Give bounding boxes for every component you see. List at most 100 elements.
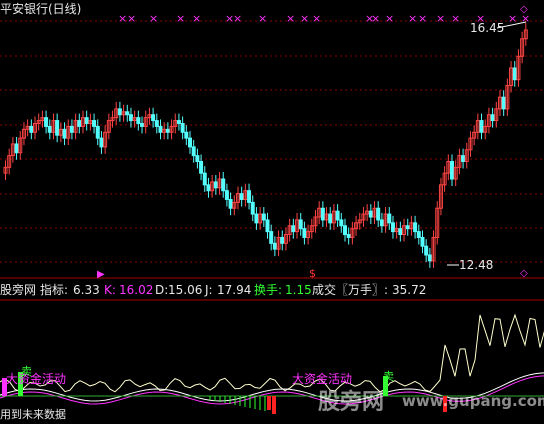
- candle-body: [77, 120, 82, 127]
- candle-body: [424, 245, 429, 256]
- x-marker-17: ×: [451, 12, 460, 25]
- candle-body: [195, 155, 200, 162]
- candle-body: [92, 120, 97, 127]
- candle-body: [136, 117, 141, 125]
- k-label: K:: [104, 283, 116, 297]
- candle-body: [450, 160, 455, 180]
- candle-body: [387, 213, 392, 224]
- candle-body: [405, 225, 410, 230]
- chart-title: 平安银行(日线): [0, 2, 82, 16]
- candle-body: [158, 125, 163, 133]
- candle-body: [62, 128, 67, 139]
- x-marker-16: ×: [436, 12, 445, 25]
- volume-value: 35.72: [392, 283, 427, 297]
- future-data-note: 用到未来数据: [0, 408, 66, 421]
- x-marker-13: ×: [385, 12, 394, 25]
- candle-body: [151, 114, 156, 122]
- candle-body: [125, 111, 130, 116]
- candle-body: [302, 228, 307, 238]
- metric-value: 6.33: [73, 283, 100, 297]
- low-price-label: 12.48: [459, 258, 494, 272]
- candle-body: [461, 155, 466, 162]
- candle-body: [84, 117, 89, 125]
- metric-label: 指标:: [40, 283, 69, 297]
- candle-body: [188, 137, 193, 148]
- x-marker-7: ×: [258, 12, 267, 25]
- candle-body: [140, 123, 145, 127]
- candle-body: [47, 125, 52, 133]
- turnover-line: [0, 313, 544, 393]
- candle-body: [250, 201, 255, 215]
- candle-body: [512, 67, 517, 81]
- j-label: J:: [205, 283, 213, 297]
- watermark-cn: 股旁网: [318, 390, 385, 415]
- candle-body: [99, 137, 104, 148]
- chart-extras: ▶ $: [97, 21, 527, 280]
- candle-body: [191, 146, 196, 157]
- candle-body: [479, 120, 484, 133]
- diamond-marker-bottom: ◇: [520, 268, 528, 279]
- candle-body: [280, 236, 285, 244]
- x-marker-8: ×: [286, 12, 295, 25]
- candle-body: [298, 219, 303, 230]
- d-label: D:: [155, 283, 169, 297]
- candle-body: [202, 172, 207, 186]
- candle-body: [261, 213, 266, 221]
- candle-body: [265, 219, 270, 233]
- d-value: 15.06: [168, 283, 203, 297]
- candle-body: [95, 125, 100, 139]
- candle-body: [376, 207, 381, 221]
- candle-body: [239, 193, 244, 200]
- candle-body: [427, 254, 432, 262]
- candle-body: [254, 213, 259, 224]
- turnover-label: 换手:: [254, 283, 283, 297]
- candle-body: [269, 231, 274, 244]
- x-marker-2: ×: [149, 12, 158, 25]
- candle-body: [213, 181, 218, 189]
- candle-body: [335, 210, 340, 221]
- candle-body: [117, 108, 122, 116]
- candle-body: [291, 225, 296, 233]
- candle-body: [390, 222, 395, 233]
- candle-body: [490, 114, 495, 122]
- candle-body: [69, 125, 74, 133]
- chart-window: × × × × × × × × × × × × × × × × × × × × × ◇ ◇ ▶ $ 平安银行(日线) 16.4…: [0, 0, 544, 424]
- candle-body: [176, 120, 181, 125]
- candle-body: [342, 225, 347, 236]
- candle-body: [154, 120, 159, 127]
- source-label: 股旁网: [0, 283, 37, 297]
- turnover-value: 1.15: [285, 283, 312, 297]
- sell-tag-left: 卖: [21, 365, 32, 378]
- candle-body: [128, 114, 133, 122]
- candle-body: [206, 184, 211, 192]
- candle-body: [44, 117, 49, 127]
- candle-body: [328, 213, 333, 224]
- k-value: 16.02: [119, 283, 154, 297]
- candle-body: [368, 210, 373, 218]
- volume-label: 成交〖万手〗:: [312, 283, 389, 297]
- x-marker-6: ×: [233, 12, 242, 25]
- candle-body: [14, 143, 19, 154]
- x-marker-0: ×: [118, 12, 127, 25]
- x-marker-15: ×: [418, 12, 427, 25]
- signal-marker: $: [309, 267, 316, 280]
- candle-body: [247, 190, 252, 203]
- j-value: 17.94: [217, 283, 252, 297]
- x-marker-10: ×: [312, 12, 321, 25]
- candle-body: [55, 120, 60, 136]
- down-bar-1: [272, 396, 276, 414]
- x-marker-14: ×: [408, 12, 417, 25]
- chart-canvas[interactable]: × × × × × ×× × × × × ×× × × × × × × × ×◇◇ ▶ $: [0, 0, 544, 424]
- x-marker-1: ×: [127, 12, 136, 25]
- big-money-tag-left: 大资金活动: [6, 372, 67, 386]
- x-marker-4: ×: [192, 12, 201, 25]
- candle-body: [320, 207, 325, 221]
- sell-tag-right: 卖: [383, 370, 394, 383]
- candle-body: [180, 123, 185, 133]
- candle-body: [416, 231, 421, 238]
- candlesticks: [3, 22, 528, 268]
- candle-body: [398, 228, 403, 236]
- candle-body: [346, 234, 351, 238]
- arrow-marker: ▶: [97, 269, 105, 280]
- x-marker-12: ×: [371, 12, 380, 25]
